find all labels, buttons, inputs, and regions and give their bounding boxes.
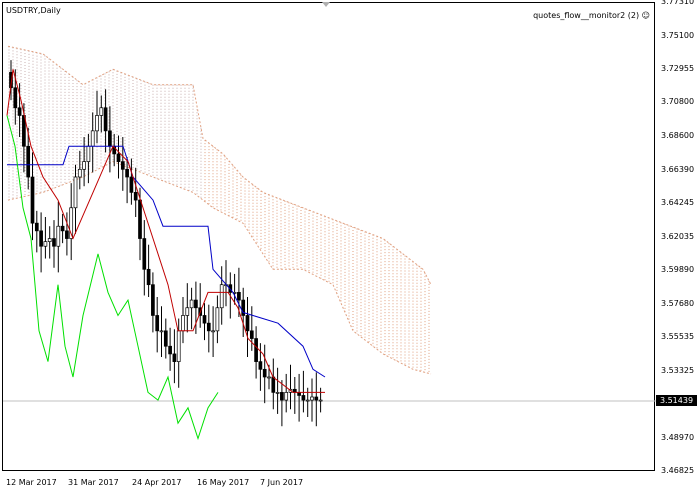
candle-body bbox=[245, 315, 250, 332]
price-tick: 3.68600 bbox=[661, 131, 695, 140]
candle-body bbox=[318, 399, 323, 402]
candle-body bbox=[163, 330, 168, 347]
price-tick: 3.55535 bbox=[661, 332, 695, 341]
indicator-title-text: quotes_flow__monitor2 (2) bbox=[533, 11, 640, 20]
candle-body bbox=[52, 238, 56, 247]
candle-body bbox=[258, 361, 263, 370]
chart-plot-area[interactable] bbox=[2, 2, 656, 472]
candle-body bbox=[155, 315, 160, 332]
candle-body bbox=[194, 299, 198, 309]
candle-body bbox=[237, 292, 241, 301]
candle-body bbox=[189, 299, 194, 309]
candle-body bbox=[95, 115, 99, 132]
candle-body bbox=[305, 399, 310, 402]
candle-body bbox=[275, 392, 280, 394]
candle-body bbox=[99, 107, 104, 116]
candle-body bbox=[30, 176, 35, 224]
candle-body bbox=[172, 353, 177, 362]
date-tick: 16 May 2017 bbox=[197, 478, 250, 487]
candle-body bbox=[181, 315, 185, 332]
candle-body bbox=[60, 225, 65, 232]
candle-body bbox=[185, 307, 190, 316]
candle-body bbox=[39, 230, 43, 247]
candle-body bbox=[284, 392, 289, 401]
candle-body bbox=[176, 330, 181, 362]
candle-body bbox=[159, 330, 164, 333]
candle-body bbox=[211, 330, 215, 333]
candle-body bbox=[90, 130, 95, 147]
candle-body bbox=[129, 176, 134, 193]
candle-body bbox=[17, 107, 22, 116]
price-tick: 3.77310 bbox=[661, 0, 695, 6]
candle-body bbox=[202, 315, 207, 324]
price-tick: 3.72955 bbox=[661, 64, 695, 73]
price-tick: 3.70800 bbox=[661, 97, 695, 107]
chikou-line bbox=[6, 115, 219, 441]
candle-body bbox=[116, 153, 121, 162]
price-tick: 3.57680 bbox=[661, 299, 695, 308]
price-tick: 3.48970 bbox=[661, 433, 695, 442]
candle-body bbox=[82, 161, 86, 170]
candle-body bbox=[215, 307, 220, 332]
candle-body bbox=[271, 376, 276, 393]
candle-body bbox=[133, 192, 138, 201]
candle-body bbox=[146, 268, 151, 286]
candle-body bbox=[120, 161, 125, 170]
candle-body bbox=[77, 168, 82, 178]
chart-window[interactable]: USDTRY,Daily quotes_flow__monitor2 (2) ☺… bbox=[0, 0, 700, 500]
price-tick: 3.75100 bbox=[661, 31, 695, 40]
candle-body bbox=[65, 230, 69, 239]
price-tick: 3.53325 bbox=[661, 366, 695, 375]
candle-body bbox=[108, 130, 112, 147]
candle-body bbox=[56, 225, 61, 247]
indicator-title: quotes_flow__monitor2 (2) ☺ bbox=[533, 11, 650, 21]
candle-body bbox=[86, 145, 91, 162]
candle-body bbox=[103, 107, 108, 132]
date-tick: 24 Apr 2017 bbox=[132, 478, 182, 487]
price-tick: 3.66390 bbox=[661, 165, 695, 174]
candle-body bbox=[301, 395, 306, 401]
price-tick: 3.59890 bbox=[661, 265, 695, 274]
candle-body bbox=[249, 330, 254, 339]
candle-body bbox=[267, 376, 271, 379]
smiley-icon: ☺ bbox=[641, 11, 650, 20]
current-price-label: 3.51439 bbox=[656, 395, 697, 406]
candle-body bbox=[314, 396, 319, 401]
candle-body bbox=[206, 322, 211, 332]
candle-body bbox=[254, 338, 258, 362]
candle-body bbox=[47, 238, 52, 242]
candle-body bbox=[142, 238, 147, 270]
chart-shift-marker[interactable] bbox=[322, 2, 330, 7]
candle-body bbox=[34, 222, 39, 232]
candle-body bbox=[125, 168, 129, 178]
price-tick: 3.64245 bbox=[661, 198, 695, 207]
candle-body bbox=[151, 284, 155, 316]
candle-body bbox=[280, 392, 284, 401]
candle-body bbox=[43, 241, 48, 247]
candle-body bbox=[13, 87, 18, 109]
candle-body bbox=[262, 368, 267, 378]
date-tick: 31 Mar 2017 bbox=[68, 478, 119, 487]
price-tick: 3.62035 bbox=[661, 232, 695, 241]
candle-body bbox=[310, 396, 314, 401]
candle-body bbox=[26, 145, 31, 178]
candle-body bbox=[138, 199, 142, 239]
date-tick: 12 Mar 2017 bbox=[6, 478, 57, 487]
candle-body bbox=[168, 345, 172, 355]
date-tick: 7 Jun 2017 bbox=[260, 478, 304, 487]
symbol-title: USDTRY,Daily bbox=[6, 6, 61, 15]
price-chart-svg[interactable] bbox=[3, 3, 656, 472]
price-tick: 3.46825 bbox=[661, 466, 695, 475]
candle-body bbox=[219, 284, 224, 309]
candle-body bbox=[73, 176, 78, 209]
